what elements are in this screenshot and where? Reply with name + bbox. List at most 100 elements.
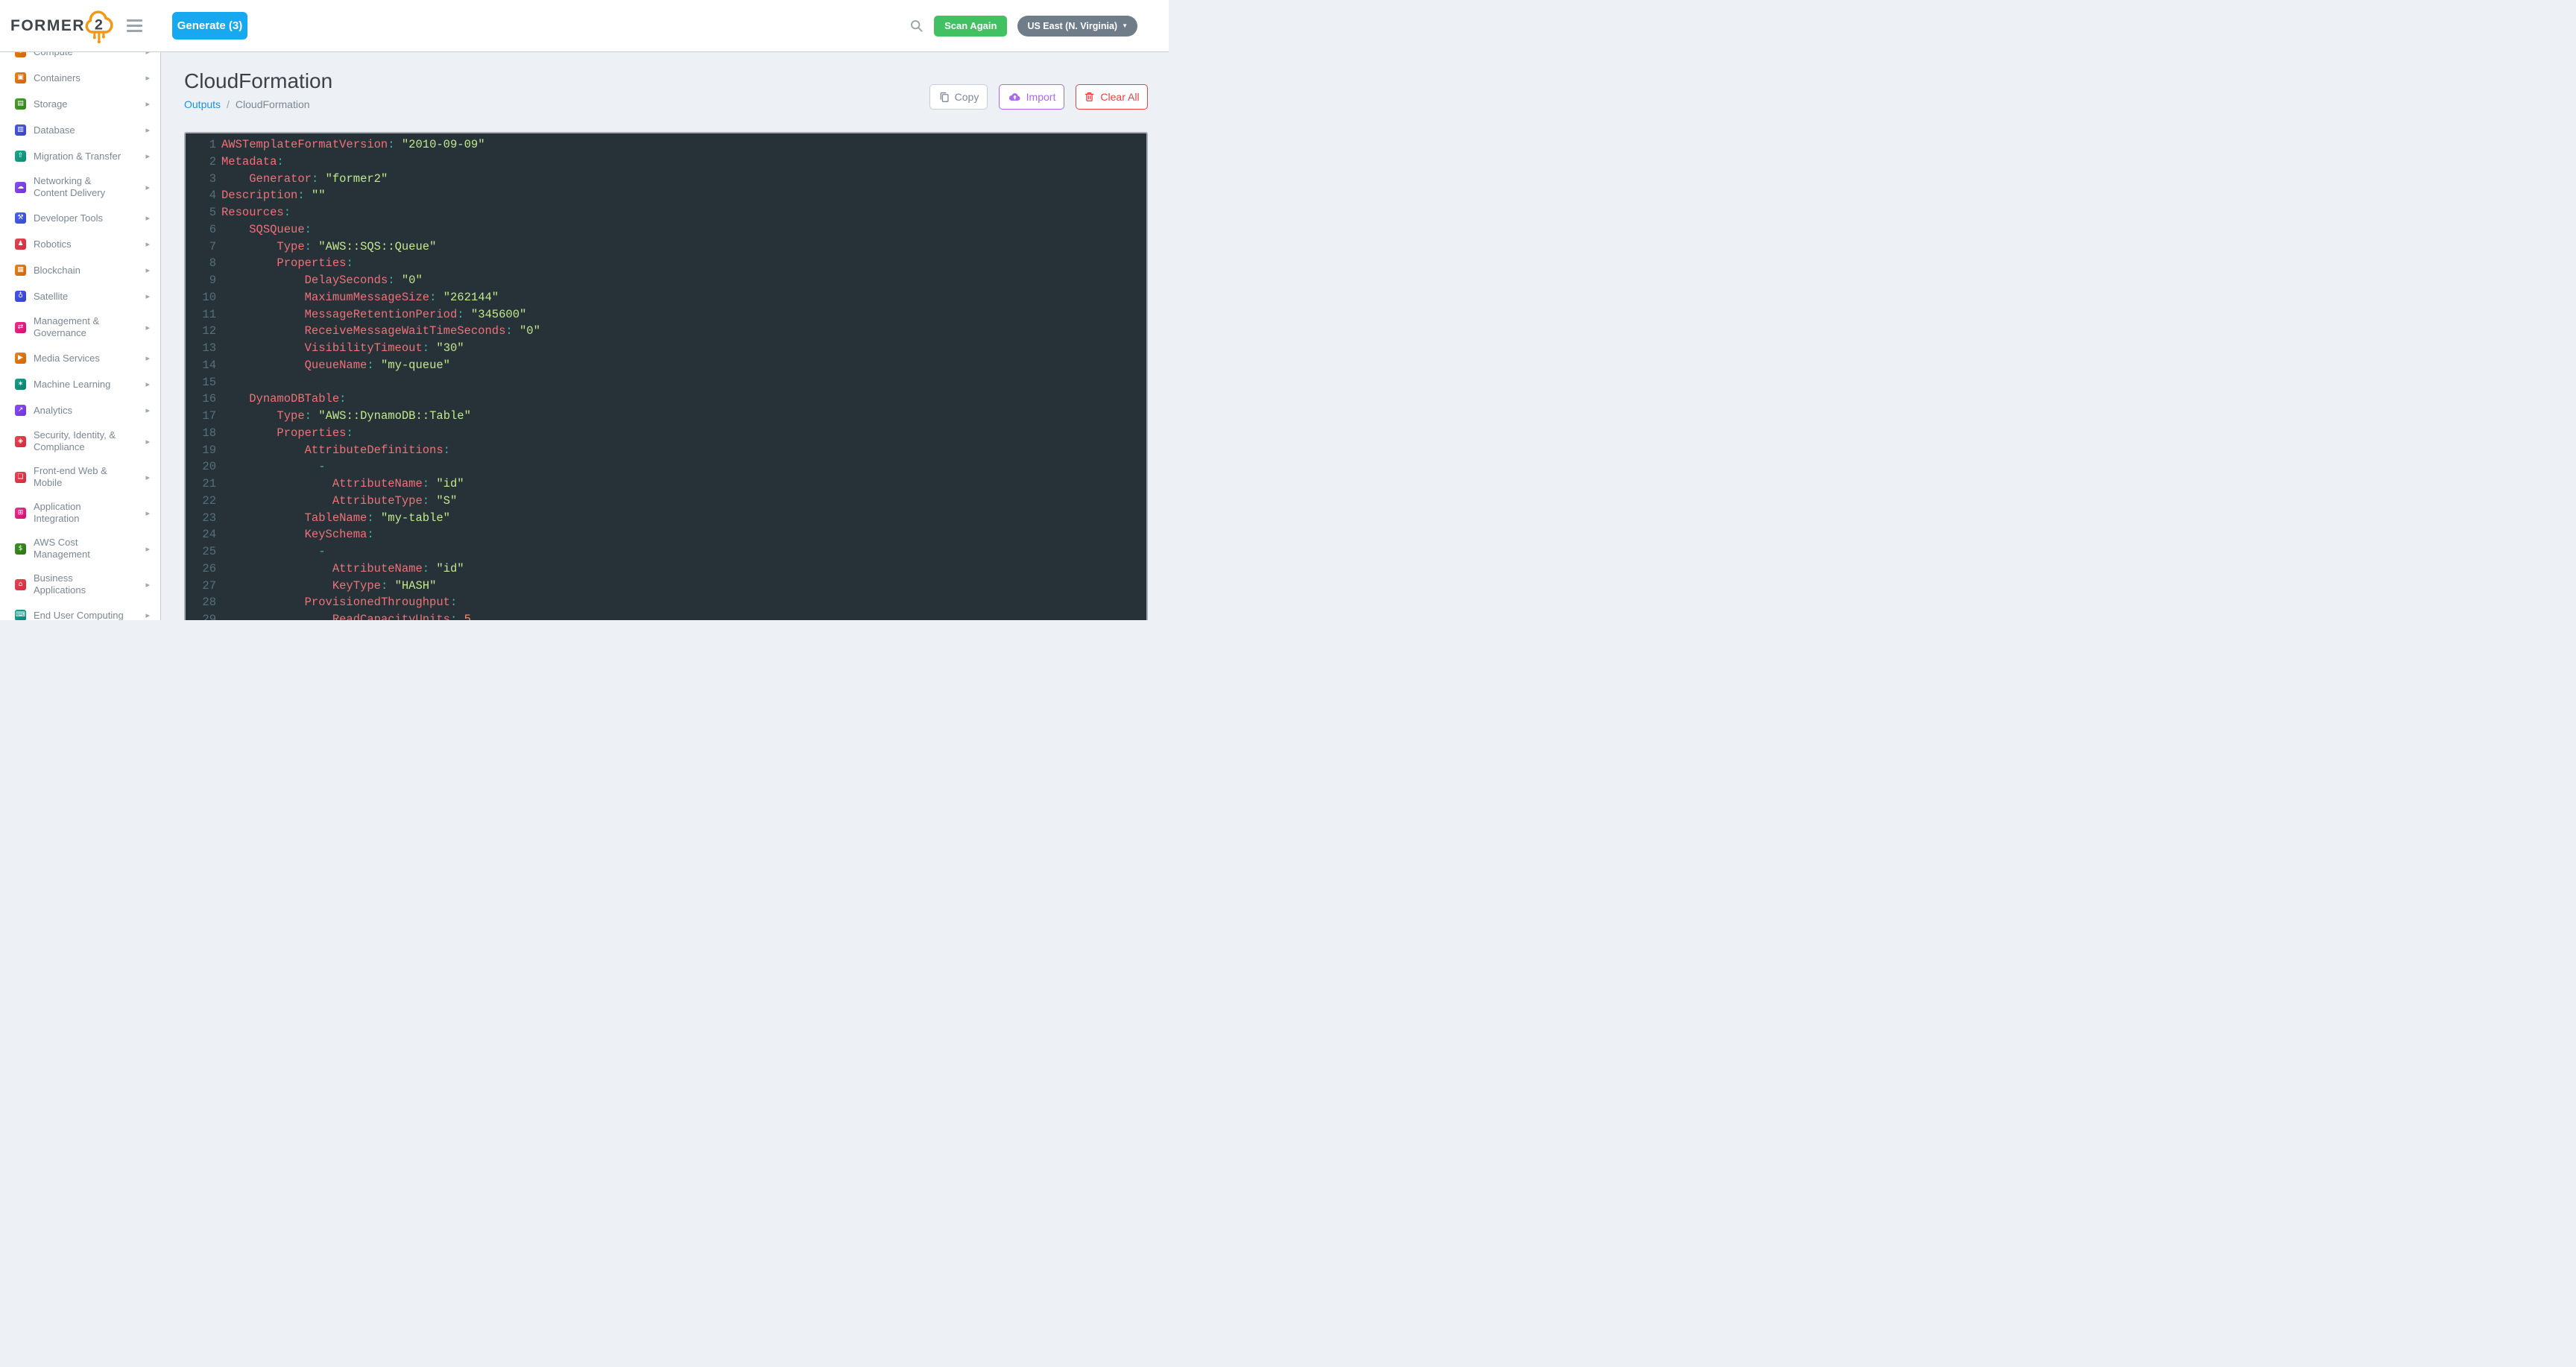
code-line: 28 ProvisionedThroughput: [186,594,1146,611]
line-number: 12 [186,323,216,340]
sidebar-item-analytics[interactable]: ↗ Analytics ▸ [0,397,160,423]
sidebar-item-end-user-computing[interactable]: ⌨ End User Computing ▸ [0,602,160,620]
sidebar-item-satellite[interactable]: ♁ Satellite ▸ [0,283,160,309]
code-line: 17 Type: "AWS::DynamoDB::Table" [186,408,1146,425]
category-icon: ▥ [15,124,26,136]
caret-down-icon: ▼ [1122,23,1128,29]
sidebar-item-robotics[interactable]: ♟ Robotics ▸ [0,231,160,257]
sidebar-item-media-services[interactable]: ▶ Media Services ▸ [0,345,160,371]
sidebar-item-label: Management & Governance [34,315,132,339]
line-number: 11 [186,306,216,323]
line-content: DynamoDBTable: [221,391,346,408]
chevron-right-icon: ▸ [145,99,150,109]
copy-label: Copy [955,91,979,103]
breadcrumb-link-outputs[interactable]: Outputs [184,98,221,110]
line-content: Description: "" [221,187,326,204]
line-number: 8 [186,255,216,272]
search-icon[interactable] [910,19,924,33]
breadcrumb-current: CloudFormation [236,98,310,110]
line-content: ProvisionedThroughput: [221,594,457,611]
code-line: 3 Generator: "former2" [186,171,1146,188]
former2-app: FORMER 2 Generate (3) [0,0,1169,620]
sidebar-item-machine-learning[interactable]: ∗ Machine Learning ▸ [0,371,160,397]
sidebar-item-migration-transfer[interactable]: ⇧ Migration & Transfer ▸ [0,143,160,169]
logo-cloud-icon: 2 [83,9,113,46]
sidebar-item-blockchain[interactable]: ▦ Blockchain ▸ [0,257,160,283]
line-content: ReadCapacityUnits: 5 [221,611,471,620]
line-content: AttributeType: "S" [221,493,457,510]
chevron-right-icon: ▸ [145,379,150,389]
line-number: 22 [186,493,216,510]
sidebar-item-label: Migration & Transfer [34,151,132,162]
sidebar-item-containers[interactable]: ▣ Containers ▸ [0,65,160,91]
sidebar-item-application-integration[interactable]: ⊞ Application Integration ▸ [0,495,160,531]
sidebar-item-storage[interactable]: ▤ Storage ▸ [0,91,160,117]
line-content: ReceiveMessageWaitTimeSeconds: "0" [221,323,540,340]
category-icon: ↗ [15,405,26,416]
chevron-right-icon: ▸ [145,323,150,332]
sidebar-item-front-end-web-mobile[interactable]: ❏ Front-end Web & Mobile ▸ [0,459,160,495]
sidebar-item-label: Application Integration [34,501,132,525]
code-line: 1 AWSTemplateFormatVersion: "2010-09-09" [186,136,1146,154]
code-line: 18 Properties: [186,425,1146,442]
copy-icon [938,91,950,103]
generate-button[interactable]: Generate (3) [172,12,247,40]
sidebar-item-compute[interactable]: ⚙ Compute ▸ [0,52,160,65]
sidebar-item-label: Robotics [34,239,132,250]
sidebar-item-business-applications[interactable]: ⌂ Business Applications ▸ [0,566,160,602]
line-content: QueueName: "my-queue" [221,357,450,374]
line-number: 19 [186,442,216,459]
scan-again-button[interactable]: Scan Again [934,16,1007,37]
code-line: 6 SQSQueue: [186,221,1146,239]
code-line: 22 AttributeType: "S" [186,493,1146,510]
breadcrumb-separator: / [227,98,230,110]
chevron-right-icon: ▸ [145,508,150,518]
sidebar-item-label: Networking & Content Delivery [34,175,132,199]
sidebar-item-label: Compute [34,52,132,57]
line-number: 20 [186,458,216,476]
menu-toggle-button[interactable] [124,16,145,35]
sidebar-item-label: Satellite [34,291,132,303]
import-button[interactable]: Import [999,84,1064,110]
region-selector[interactable]: US East (N. Virginia) ▼ [1017,16,1137,37]
code-editor[interactable]: 1 AWSTemplateFormatVersion: "2010-09-09"… [184,132,1148,620]
sidebar-item-developer-tools[interactable]: ⚒ Developer Tools ▸ [0,205,160,231]
category-icon: ⌨ [15,610,26,620]
chevron-right-icon: ▸ [145,73,150,83]
sidebar-item-database[interactable]: ▥ Database ▸ [0,117,160,143]
category-icon: ◈ [15,436,26,447]
line-number: 14 [186,357,216,374]
chevron-right-icon: ▸ [145,239,150,249]
category-icon: ⚙ [15,52,26,57]
breadcrumb: Outputs / CloudFormation [184,98,310,110]
logo[interactable]: FORMER 2 [10,6,113,46]
category-icon: ▦ [15,265,26,276]
chevron-right-icon: ▸ [145,52,150,57]
code-line: 7 Type: "AWS::SQS::Queue" [186,239,1146,256]
line-content: Type: "AWS::DynamoDB::Table" [221,408,471,425]
sidebar-item-security-identity-compliance[interactable]: ◈ Security, Identity, & Compliance ▸ [0,423,160,459]
line-number: 7 [186,239,216,256]
line-content: SQSQueue: [221,221,312,239]
line-number: 24 [186,526,216,543]
line-content: Resources: [221,204,291,221]
line-number: 23 [186,510,216,527]
line-content: DelaySeconds: "0" [221,272,423,289]
sidebar-item-aws-cost-management[interactable]: $ AWS Cost Management ▸ [0,531,160,566]
chevron-right-icon: ▸ [145,405,150,415]
clear-all-button[interactable]: Clear All [1076,84,1148,110]
line-content: Generator: "former2" [221,171,388,188]
sidebar-item-label: Front-end Web & Mobile [34,465,132,489]
copy-button[interactable]: Copy [929,84,988,110]
chevron-right-icon: ▸ [145,437,150,446]
sidebar-item-networking-content-delivery[interactable]: ☁ Networking & Content Delivery ▸ [0,169,160,205]
category-icon: ⊞ [15,508,26,519]
line-content: Type: "AWS::SQS::Queue" [221,239,436,256]
chevron-right-icon: ▸ [145,353,150,363]
line-content: Properties: [221,255,353,272]
sidebar-item-label: Blockchain [34,265,132,277]
category-icon: ⇄ [15,322,26,333]
cloud-upload-icon [1008,92,1021,103]
category-icon: ∗ [15,379,26,390]
sidebar-item-management-governance[interactable]: ⇄ Management & Governance ▸ [0,309,160,345]
